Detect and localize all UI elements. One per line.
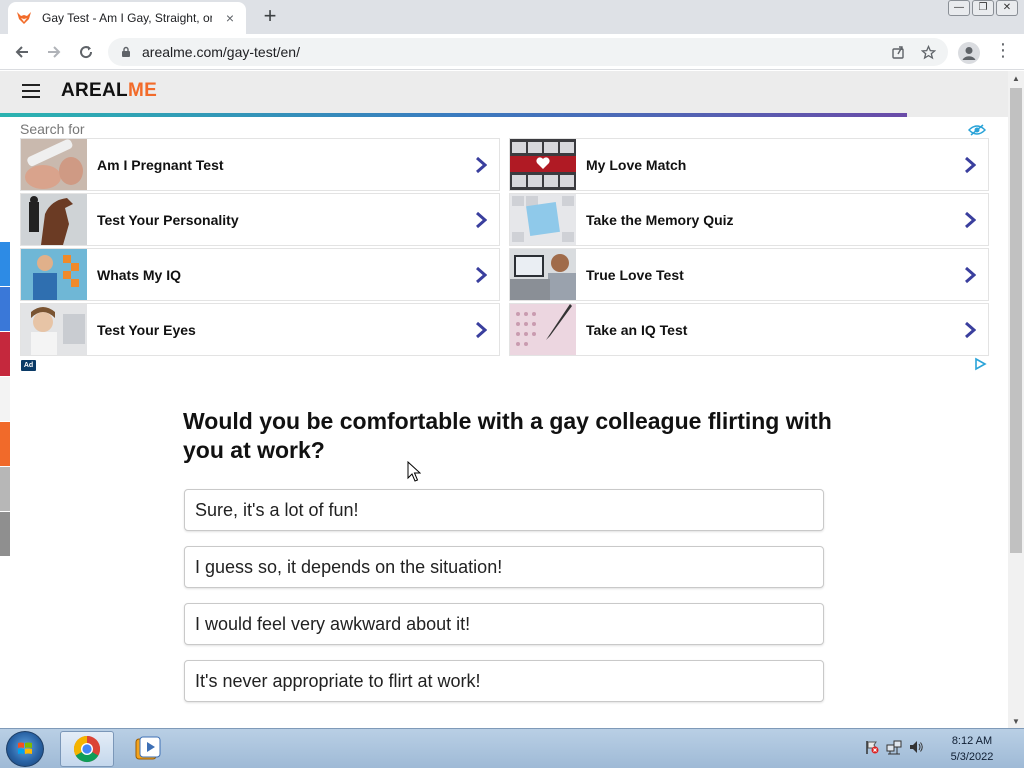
quiz-progress-fill (0, 113, 908, 117)
tab-title: Gay Test - Am I Gay, Straight, or Bi (42, 11, 212, 25)
ad-label: True Love Test (586, 266, 684, 283)
page-viewport: AREALME Search for Am I Pregnant Test My… (0, 71, 1008, 728)
ad-label: Take the Memory Quiz (586, 211, 734, 228)
ad-label: Am I Pregnant Test (97, 156, 224, 173)
ad-link[interactable]: My Love Match (509, 138, 989, 191)
windows-taskbar: 8:12 AM 5/3/2022 (0, 728, 1024, 768)
close-window-icon[interactable]: ✕ (996, 0, 1018, 16)
taskbar-media-player[interactable] (120, 731, 174, 767)
share-strip-email[interactable] (0, 467, 10, 511)
volume-icon[interactable] (908, 739, 924, 755)
chrome-icon (73, 735, 101, 763)
chevron-right-icon (476, 156, 487, 173)
quiz-progress-bar (0, 113, 1008, 117)
browser-toolbar: arealme.com/gay-test/en/ ⋮ (0, 34, 1024, 70)
quiz-keyboard-photo (510, 194, 576, 245)
system-tray (864, 739, 924, 755)
ad-label: Test Your Eyes (97, 321, 196, 338)
chevron-right-icon (476, 321, 487, 338)
share-strip-facebook[interactable] (0, 287, 10, 331)
scroll-down-icon[interactable]: ▼ (1011, 717, 1021, 726)
horse-rider-photo (21, 194, 87, 245)
share-strip-more[interactable] (0, 512, 10, 556)
answer-option[interactable]: I would feel very awkward about it! (184, 603, 824, 645)
ad-link[interactable]: Test Your Personality (20, 193, 500, 246)
action-center-flag-icon[interactable] (864, 739, 880, 755)
tired-eyes-photo (21, 304, 87, 355)
ad-link[interactable]: Whats My IQ (20, 248, 500, 301)
answer-option[interactable]: It's never appropriate to flirt at work! (184, 660, 824, 702)
page-scrollbar[interactable]: ▲ ▼ (1008, 71, 1024, 728)
share-strip-pinterest[interactable] (0, 332, 10, 376)
chevron-right-icon (476, 211, 487, 228)
fox-favicon-icon (17, 12, 31, 24)
forward-arrow-icon[interactable] (38, 36, 70, 68)
share-strip-reddit[interactable] (0, 422, 10, 466)
ad-link[interactable]: Take an IQ Test (509, 303, 989, 356)
adchoices-icon[interactable] (973, 357, 987, 371)
logo-accent: ME (127, 80, 158, 101)
clock-time: 8:12 AM (951, 735, 993, 747)
browser-tab-strip: Gay Test - Am I Gay, Straight, or Bi × +… (0, 0, 1024, 34)
chevron-right-icon (965, 211, 976, 228)
reload-icon[interactable] (70, 36, 102, 68)
ad-label: Whats My IQ (97, 266, 182, 283)
chevron-right-icon (965, 156, 976, 173)
ad-badge: Ad (21, 360, 36, 371)
share-strip-twitter[interactable] (0, 242, 10, 286)
ad-label: Take an IQ Test (586, 321, 688, 338)
chevron-right-icon (476, 266, 487, 283)
screen: Gay Test - Am I Gay, Straight, or Bi × +… (0, 0, 1024, 768)
clock-date: 5/3/2022 (950, 751, 994, 763)
ad-link[interactable]: Take the Memory Quiz (509, 193, 989, 246)
keyboard-heart-photo (510, 139, 576, 190)
ad-link[interactable]: True Love Test (509, 248, 989, 301)
media-player-icon (135, 736, 161, 760)
profile-avatar-icon[interactable] (958, 42, 980, 64)
ad-search-for-label: Search for (20, 121, 85, 137)
tab-close-icon[interactable]: × (222, 10, 238, 26)
start-button[interactable] (6, 731, 44, 767)
share-strip-blank[interactable] (0, 377, 10, 421)
bookmark-star-icon[interactable] (921, 44, 936, 60)
site-header: AREALME (0, 71, 1008, 113)
back-arrow-icon[interactable] (6, 36, 38, 68)
restore-icon[interactable]: ❐ (972, 0, 994, 16)
new-tab-button[interactable]: + (258, 5, 282, 29)
share-icon[interactable] (891, 45, 905, 59)
lock-icon (122, 46, 130, 57)
address-bar[interactable]: arealme.com/gay-test/en/ (108, 38, 948, 66)
answer-sheet-photo (510, 304, 576, 355)
answer-option[interactable]: I guess so, it depends on the situation! (184, 546, 824, 588)
windows-logo-icon (18, 742, 32, 754)
window-controls: — ❐ ✕ (948, 0, 1018, 16)
ad-label: Test Your Personality (97, 211, 239, 228)
hamburger-menu-icon[interactable] (22, 84, 40, 98)
chevron-right-icon (965, 321, 976, 338)
thinking-man-photo (21, 249, 87, 300)
logo-main: AREAL (61, 80, 128, 101)
site-logo[interactable]: AREALME (61, 80, 157, 102)
taskbar-clock[interactable]: 8:12 AM 5/3/2022 (936, 733, 1008, 765)
network-icon[interactable] (886, 739, 902, 755)
mouse-cursor-icon (407, 461, 421, 482)
ad-visibility-eye-icon[interactable] (968, 123, 986, 137)
browser-menu-icon[interactable]: ⋮ (994, 40, 1012, 61)
minimize-icon[interactable]: — (948, 0, 970, 16)
laptop-user-photo (510, 249, 576, 300)
pregnancy-test-photo (21, 139, 87, 190)
chevron-right-icon (965, 266, 976, 283)
ad-link[interactable]: Am I Pregnant Test (20, 138, 500, 191)
ad-link[interactable]: Test Your Eyes (20, 303, 500, 356)
taskbar-chrome[interactable] (60, 731, 114, 767)
scrollbar-thumb[interactable] (1010, 88, 1022, 553)
browser-tab[interactable]: Gay Test - Am I Gay, Straight, or Bi × (8, 2, 246, 34)
ad-label: My Love Match (586, 156, 687, 173)
answer-option[interactable]: Sure, it's a lot of fun! (184, 489, 824, 531)
scroll-up-icon[interactable]: ▲ (1011, 74, 1021, 83)
quiz-question: Would you be comfortable with a gay coll… (183, 408, 832, 463)
url-text: arealme.com/gay-test/en/ (142, 44, 300, 60)
